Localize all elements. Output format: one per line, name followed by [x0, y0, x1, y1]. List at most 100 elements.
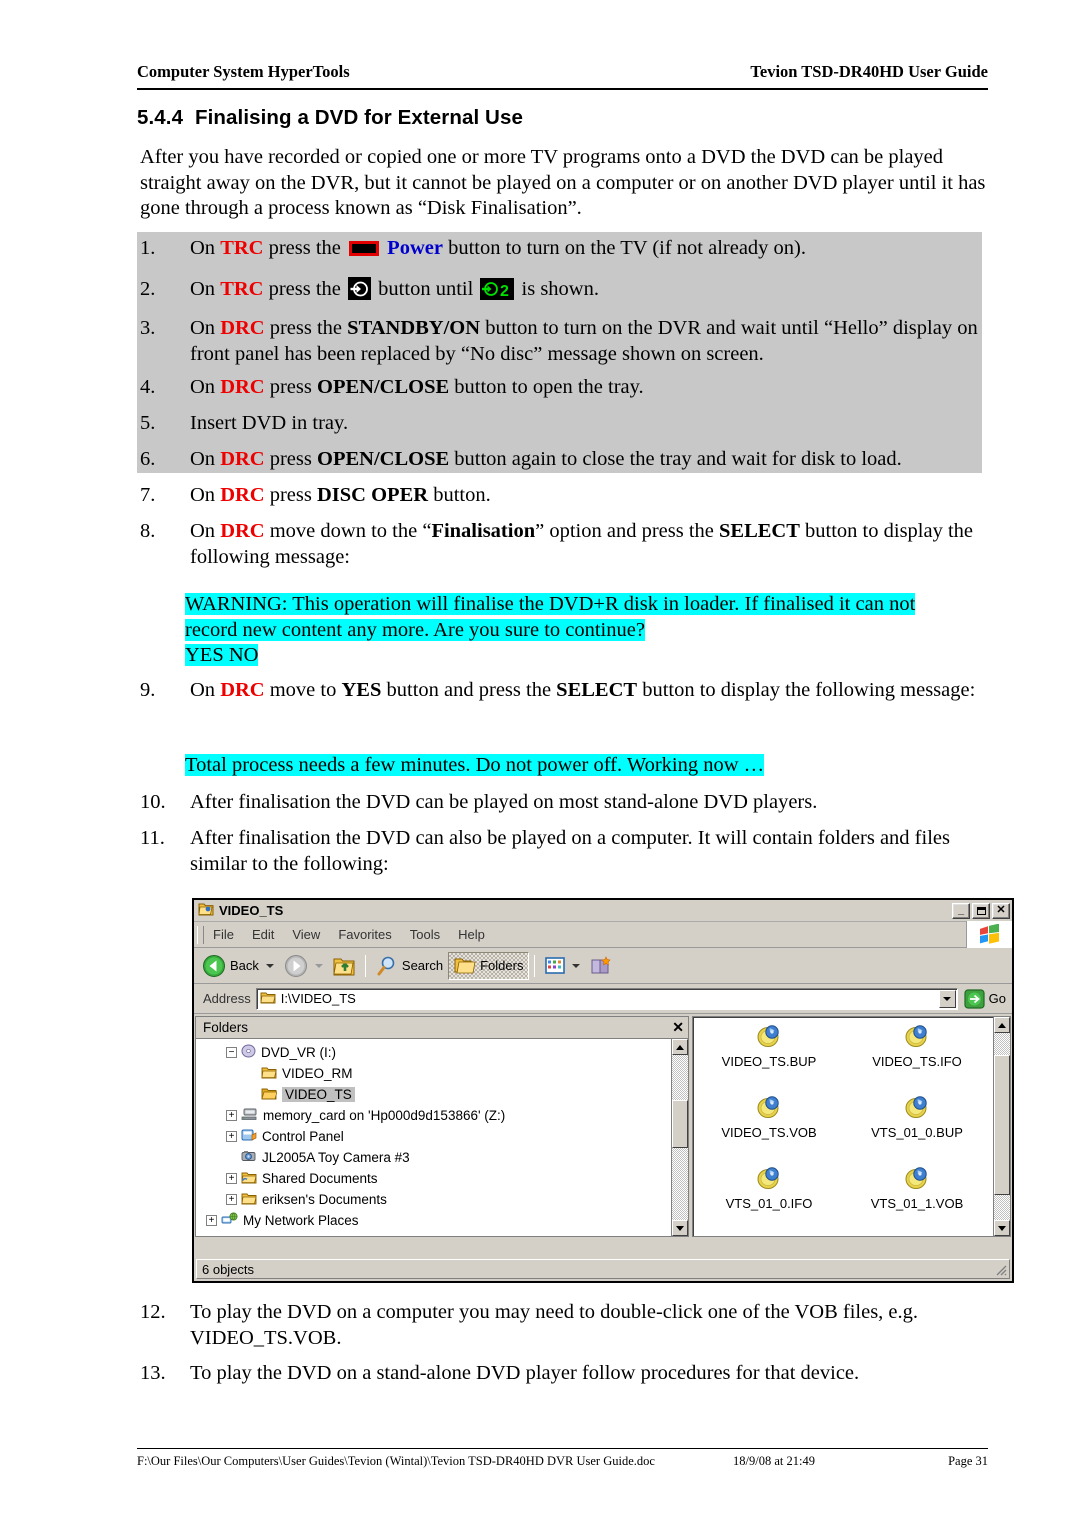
search-button[interactable]: Search	[371, 953, 448, 979]
tree-toggle-icon[interactable]: +	[226, 1194, 237, 1205]
tree-item-video-ts[interactable]: VIDEO_TS	[246, 1084, 671, 1105]
close-button[interactable]: ✕	[992, 902, 1010, 919]
step-8-option: Finalisation	[431, 520, 536, 542]
address-folder-icon	[260, 991, 276, 1007]
explorer-menu-bar: File Edit View Favorites Tools Help	[194, 921, 1012, 948]
footer-file-path: F:\Our Files\Our Computers\User Guides\T…	[137, 1454, 655, 1468]
views-dropdown-caret[interactable]	[572, 963, 581, 968]
back-arrow-icon	[203, 954, 225, 977]
menu-item-edit[interactable]: Edit	[243, 927, 283, 942]
tree-toggle-icon[interactable]: +	[226, 1173, 237, 1184]
folder-icon	[261, 1066, 277, 1082]
step-13: 13. To play the DVD on a stand-alone DVD…	[140, 1361, 990, 1387]
tree-label-my-network-places: My Network Places	[243, 1213, 359, 1228]
step-10-text: After finalisation the DVD can be played…	[190, 791, 818, 813]
source-button-icon	[348, 277, 372, 301]
file-item[interactable]: VTS_01_0.BUP	[843, 1094, 991, 1165]
tree-toggle-icon[interactable]: +	[226, 1131, 237, 1142]
tree-item-shared-documents[interactable]: + Shared Documents	[226, 1168, 671, 1189]
scroll-down-button[interactable]	[994, 1220, 1010, 1236]
step-12-number: 12.	[140, 1301, 166, 1323]
file-item[interactable]: VTS_01_1.VOB	[843, 1165, 991, 1236]
tree-item-video-rm[interactable]: VIDEO_RM	[246, 1063, 671, 1084]
power-button-icon	[349, 240, 380, 256]
tree-item-memory-card[interactable]: + memory_card on 'Hp000d9d153866' (Z:)	[226, 1105, 671, 1126]
tree-toggle-icon[interactable]: +	[206, 1215, 217, 1226]
step-7-remote: DRC	[220, 484, 265, 506]
forward-button[interactable]	[279, 952, 328, 980]
tree-item-control-panel[interactable]: + Control Panel	[226, 1126, 671, 1147]
step-4: 4. On DRC press OPEN/CLOSE button to ope…	[140, 375, 990, 401]
file-name: VTS_01_0.BUP	[871, 1125, 963, 1140]
address-dropdown-button[interactable]	[938, 989, 956, 1008]
step-13-number: 13.	[140, 1362, 166, 1384]
tree-item-my-network-places[interactable]: + My Network Places	[206, 1210, 671, 1231]
folders-pane: Folders ✕ − DVD_VR (I:) VIDEO_RM VIDEO_T…	[195, 1016, 689, 1237]
scroll-thumb[interactable]	[672, 1100, 688, 1148]
files-pane-scrollbar[interactable]	[993, 1017, 1010, 1236]
minimize-button[interactable]: _	[952, 902, 970, 919]
tree-item-toy-camera[interactable]: JL2005A Toy Camera #3	[226, 1147, 671, 1168]
step-8-select-button: SELECT	[719, 520, 800, 542]
scroll-up-button[interactable]	[994, 1017, 1010, 1033]
menu-item-view[interactable]: View	[283, 927, 329, 942]
back-button[interactable]: Back	[197, 952, 279, 980]
footer-date: 18/9/08 at 21:49	[733, 1454, 815, 1468]
window-controls: _ ✕	[952, 902, 1010, 919]
back-dropdown-caret[interactable]	[265, 963, 274, 968]
working-message-text: Total process needs a few minutes. Do no…	[185, 754, 765, 776]
up-button[interactable]	[328, 953, 360, 979]
tree-item-dvd-vr[interactable]: − DVD_VR (I:)	[226, 1042, 671, 1063]
dvd-file-icon	[755, 1023, 783, 1052]
forward-dropdown-caret[interactable]	[314, 963, 323, 968]
menu-item-tools[interactable]: Tools	[401, 927, 449, 942]
scroll-down-button[interactable]	[672, 1220, 688, 1236]
menu-drag-grip[interactable]	[197, 925, 204, 944]
step-11: 11. After finalisation the DVD can also …	[140, 826, 990, 877]
tree-toggle-icon[interactable]: −	[226, 1047, 237, 1058]
folders-pane-close-icon[interactable]: ✕	[672, 1019, 684, 1036]
resize-grip-icon[interactable]	[993, 1262, 1007, 1276]
step-6-remote: DRC	[220, 448, 265, 470]
page-footer: F:\Our Files\Our Computers\User Guides\T…	[137, 1448, 988, 1469]
step-7: 7. On DRC press DISC OPER button.	[140, 483, 990, 509]
go-button[interactable]: Go	[958, 988, 1012, 1009]
step-6-mid: press	[264, 448, 317, 470]
toolbar-separator-2	[534, 954, 536, 977]
folders-pane-scrollbar[interactable]	[671, 1039, 688, 1236]
new-folder-button[interactable]	[585, 954, 617, 978]
step-5-text: Insert DVD in tray.	[190, 412, 349, 434]
scroll-up-button[interactable]	[672, 1039, 688, 1055]
working-message-block: Total process needs a few minutes. Do no…	[185, 753, 995, 779]
folders-tree: − DVD_VR (I:) VIDEO_RM VIDEO_TS + memory…	[196, 1039, 671, 1236]
tree-toggle-icon[interactable]: +	[226, 1110, 237, 1121]
step-6: 6. On DRC press OPEN/CLOSE button again …	[140, 447, 990, 473]
file-item[interactable]: VIDEO_TS.IFO	[843, 1023, 991, 1094]
step-10: 10. After finalisation the DVD can be pl…	[140, 790, 990, 816]
forward-arrow-icon	[284, 954, 307, 977]
address-input[interactable]: I:\VIDEO_TS	[255, 987, 958, 1010]
file-item[interactable]: VIDEO_TS.BUP	[695, 1023, 843, 1094]
step-8-pre: On	[190, 520, 221, 542]
folders-button[interactable]: Folders	[448, 951, 530, 980]
scroll-thumb[interactable]	[994, 1055, 1010, 1195]
maximize-button[interactable]	[972, 902, 990, 919]
tree-label-shared-documents: Shared Documents	[262, 1171, 378, 1186]
file-item[interactable]: VIDEO_TS.VOB	[695, 1094, 843, 1165]
windows-explorer-window: VIDEO_TS _ ✕ File Edit View Favorites To…	[192, 898, 1014, 1283]
step-1-power-label: Power	[387, 237, 443, 259]
file-item[interactable]: VTS_01_0.IFO	[695, 1165, 843, 1236]
footer-page-number: Page 31	[948, 1454, 988, 1468]
menu-item-file[interactable]: File	[204, 927, 243, 942]
step-3-button: STANDBY/ON	[347, 317, 481, 339]
menu-item-help[interactable]: Help	[449, 927, 494, 942]
tree-toggle-placeholder	[226, 1152, 237, 1163]
menu-item-favorites[interactable]: Favorites	[329, 927, 400, 942]
tree-item-eriksens-documents[interactable]: + eriksen's Documents	[226, 1189, 671, 1210]
step-8-mid2: ” option and press the	[535, 520, 719, 542]
step-9: 9. On DRC move to YES button and press t…	[140, 678, 990, 704]
warning-yes-no-buttons[interactable]: YES NO	[185, 644, 259, 666]
explorer-title-text: VIDEO_TS	[219, 903, 284, 918]
views-button[interactable]	[540, 955, 585, 977]
toolbar-separator-1	[364, 954, 366, 977]
